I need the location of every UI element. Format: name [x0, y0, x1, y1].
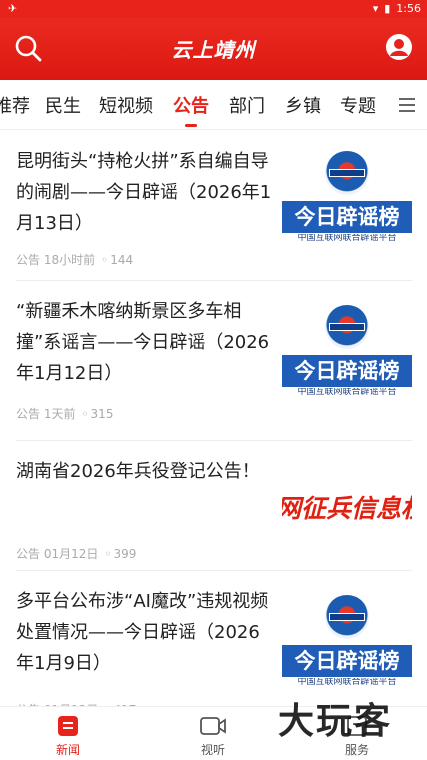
- nav-item-0[interactable]: 新闻: [33, 715, 103, 758]
- watermark: 大玩客: [278, 701, 393, 742]
- thumb-caption: 中国互联网联合辟谣平台: [297, 234, 397, 241]
- article-thumbnail[interactable]: 今日辟谣榜 中国互联网联合辟谣平台: [282, 593, 412, 685]
- thumb-banner-text: 今日辟谣榜: [282, 355, 412, 387]
- app-title: 云上靖州: [171, 38, 256, 62]
- status-notification-icon: ✈: [8, 2, 18, 15]
- article-views: 144: [110, 253, 134, 267]
- article-views: 315: [90, 407, 114, 421]
- views-icon: ◦: [104, 547, 112, 561]
- tab-0[interactable]: 推荐: [0, 92, 30, 118]
- status-right: ▾ ▮ 1:56: [373, 2, 421, 15]
- article-meta: 公告 1天前 ◦ 315: [16, 405, 113, 422]
- nav-label: 视听: [200, 743, 225, 757]
- article-category: 公告: [16, 253, 44, 267]
- divider: [16, 280, 412, 281]
- article-time: 01月12日: [43, 547, 99, 561]
- menu-icon[interactable]: [399, 98, 415, 112]
- article-title[interactable]: 昆明街头“持枪火拼”系自编自导的闹剧——今日辟谣（2026年1月13日）: [16, 146, 274, 239]
- article-views: 399: [113, 547, 137, 561]
- article-time: 18小时前: [43, 253, 96, 267]
- emblem-bar: [329, 613, 365, 621]
- article-meta: 公告 18小时前 ◦ 144: [16, 251, 133, 268]
- article-category: 公告: [16, 407, 44, 421]
- nav-item-1[interactable]: 视听: [178, 715, 248, 758]
- thumb-banner-text: 今日辟谣榜: [282, 201, 412, 233]
- status-bar: ✈ ▾ ▮ 1:56: [0, 0, 427, 18]
- tab-4[interactable]: 部门: [229, 92, 265, 118]
- active-tab-indicator: [185, 124, 197, 127]
- article-title[interactable]: 湖南省2026年兵役登记公告！: [16, 456, 274, 487]
- user-profile-icon[interactable]: [385, 33, 413, 61]
- views-icon: ◦: [101, 253, 109, 267]
- category-tabs: 推荐 民生 短视频 公告 部门 乡镇 专题: [0, 80, 427, 130]
- article-title[interactable]: “新疆禾木喀纳斯景区多车相撞”系谣言——今日辟谣（2026年1月12日）: [16, 296, 274, 389]
- article-thumbnail[interactable]: 今日辟谣榜 中国互联网联合辟谣平台: [282, 303, 412, 395]
- video-icon: [200, 715, 226, 737]
- divider: [16, 440, 412, 441]
- tab-2[interactable]: 短视频: [99, 92, 153, 118]
- divider: [16, 570, 412, 571]
- article-category: 公告: [16, 547, 44, 561]
- status-time: 1:56: [396, 2, 421, 15]
- thumb-caption: 中国互联网联合辟谣平台: [297, 388, 397, 395]
- app-header: 云上靖州: [0, 18, 427, 80]
- thumb-caption: 中国互联网联合辟谣平台: [297, 678, 397, 685]
- wifi-icon: ▾: [372, 2, 379, 15]
- nav-label: 新闻: [55, 743, 80, 757]
- thumb-banner-text: 今日辟谣榜: [282, 645, 412, 677]
- tab-6[interactable]: 专题: [340, 92, 376, 118]
- thumb-banner-text: 网征兵信息权威: [282, 494, 412, 523]
- article-title[interactable]: 多平台公布涉“AI魔改”违规视频处置情况——今日辟谣（2026年1月9日）: [16, 586, 274, 679]
- tab-1[interactable]: 民生: [45, 92, 81, 118]
- article-meta: 公告 01月12日 ◦ 399: [16, 545, 136, 562]
- battery-icon: ▮: [384, 2, 391, 15]
- news-icon: [55, 715, 81, 737]
- article-thumbnail[interactable]: 今日辟谣榜 中国互联网联合辟谣平台: [282, 149, 412, 241]
- nav-label: 服务: [344, 743, 369, 757]
- views-icon: ◦: [81, 407, 89, 421]
- tab-3[interactable]: 公告: [173, 92, 209, 118]
- emblem-bar: [329, 169, 365, 177]
- article-time: 1天前: [43, 407, 76, 421]
- article-thumbnail[interactable]: 网征兵信息权威: [282, 463, 412, 555]
- tab-5[interactable]: 乡镇: [285, 92, 321, 118]
- emblem-bar: [329, 323, 365, 331]
